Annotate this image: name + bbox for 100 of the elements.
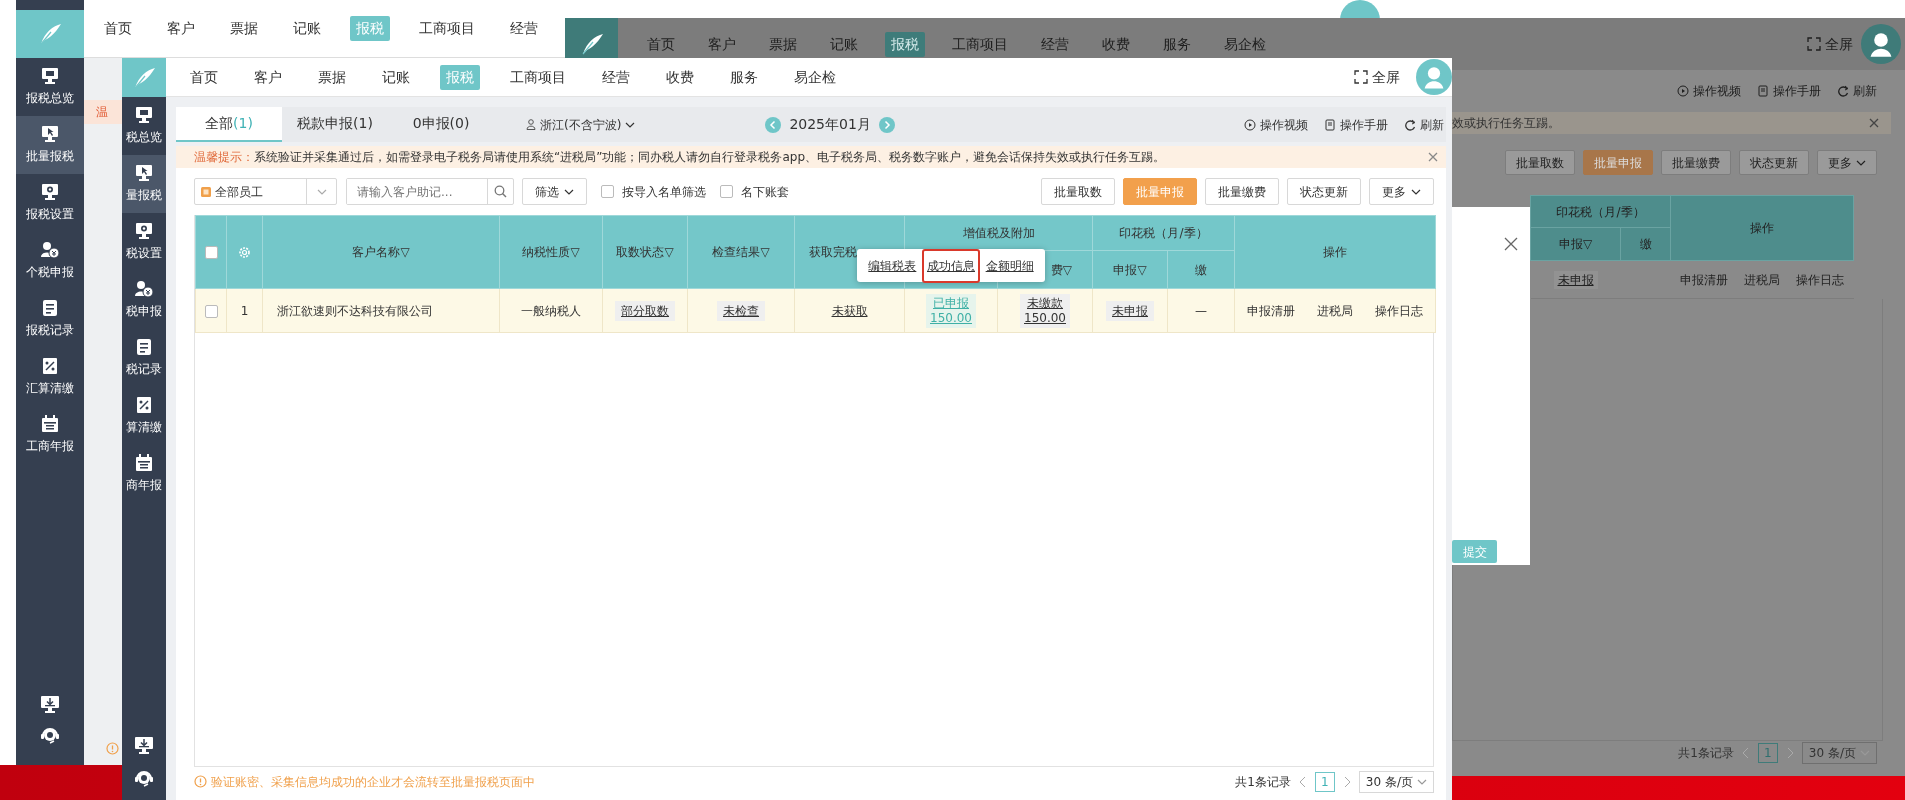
- nav-item[interactable]: 首页: [184, 64, 224, 90]
- search-field[interactable]: 请输入客户助记...: [346, 178, 514, 205]
- nav-item[interactable]: 收费: [1096, 31, 1136, 57]
- search-icon[interactable]: [494, 185, 507, 198]
- toolbar-link[interactable]: 操作视频: [1677, 82, 1741, 100]
- checkbox[interactable]: [204, 304, 218, 318]
- nav-item[interactable]: 工商项目: [946, 31, 1014, 57]
- avatar-icon[interactable]: [1416, 59, 1452, 95]
- nav-item[interactable]: 首页: [98, 16, 138, 41]
- fullscreen-link[interactable]: 全屏: [1807, 33, 1853, 55]
- nav-item[interactable]: 票据: [763, 31, 803, 57]
- chevron-left-icon[interactable]: [1741, 747, 1750, 759]
- sidebar-item[interactable]: 量报税: [122, 155, 166, 213]
- status-link[interactable]: 未检查: [717, 300, 765, 321]
- action-button[interactable]: 批量缴费: [1661, 150, 1731, 175]
- sidebar-item[interactable]: 报税总览: [16, 58, 84, 116]
- avatar-icon[interactable]: [1861, 24, 1901, 64]
- nav-item[interactable]: 经营: [504, 16, 544, 41]
- filter-button[interactable]: 筛选: [522, 178, 587, 205]
- sidebar-item[interactable]: 个税申报: [16, 232, 84, 290]
- region-select[interactable]: 浙江(不含宁波): [526, 115, 636, 134]
- action-link[interactable]: 操作日志: [1375, 301, 1423, 320]
- nav-item[interactable]: 记账: [824, 31, 864, 57]
- action-link[interactable]: 申报清册: [1247, 301, 1295, 320]
- sidebar-item[interactable]: 商年报: [122, 445, 166, 503]
- action-link[interactable]: 进税局: [1317, 301, 1353, 320]
- toolbar-link[interactable]: 刷新: [1404, 115, 1444, 134]
- action-button[interactable]: 状态更新: [1739, 150, 1809, 175]
- action-button[interactable]: 状态更新: [1287, 178, 1361, 205]
- action-button[interactable]: 批量缴费: [1205, 178, 1279, 205]
- close-icon[interactable]: [1869, 118, 1879, 128]
- headset-icon[interactable]: [134, 768, 154, 788]
- close-icon[interactable]: [1428, 152, 1438, 162]
- status-link[interactable]: 部分取数: [615, 300, 675, 321]
- action-button[interactable]: 批量取数: [1505, 150, 1575, 175]
- sidebar-item[interactable]: 报税设置: [16, 174, 84, 232]
- nav-item[interactable]: 易企检: [788, 64, 842, 90]
- sidebar-item[interactable]: 税记录: [122, 329, 166, 387]
- nav-item[interactable]: 客户: [248, 64, 288, 90]
- nav-item[interactable]: 报税: [885, 31, 925, 57]
- nav-item[interactable]: 经营: [1035, 31, 1075, 57]
- nav-item[interactable]: 工商项目: [504, 64, 572, 90]
- tab[interactable]: 税款申报(1): [282, 107, 388, 142]
- nav-item[interactable]: 服务: [1157, 31, 1197, 57]
- nav-item[interactable]: 经营: [596, 64, 636, 90]
- settings-icon[interactable]: [238, 246, 251, 259]
- nav-item[interactable]: 工商项目: [413, 16, 481, 41]
- toolbar-link[interactable]: 操作手册: [1757, 82, 1821, 100]
- sidebar-item[interactable]: 税设置: [122, 213, 166, 271]
- previous-month-icon[interactable]: [765, 116, 782, 133]
- tab[interactable]: 0申报(0): [388, 107, 494, 142]
- action-link[interactable]: 申报清册: [1679, 270, 1728, 289]
- next-month-icon[interactable]: [878, 116, 895, 133]
- sidebar-item[interactable]: 税申报: [122, 271, 166, 329]
- nav-item[interactable]: 记账: [376, 64, 416, 90]
- action-link[interactable]: 操作日志: [1796, 270, 1845, 289]
- staff-select[interactable]: 全部员工: [194, 178, 337, 205]
- page-size-select[interactable]: 30 条/页: [1358, 770, 1434, 793]
- nav-item[interactable]: 收费: [660, 64, 700, 90]
- nav-item[interactable]: 首页: [641, 31, 681, 57]
- nav-item[interactable]: 票据: [312, 64, 352, 90]
- chevron-left-icon[interactable]: [1298, 775, 1307, 788]
- sidebar-item[interactable]: 工商年报: [16, 406, 84, 464]
- nav-item[interactable]: 客户: [702, 31, 742, 57]
- nav-item[interactable]: 服务: [724, 64, 764, 90]
- toolbar-link[interactable]: 操作手册: [1324, 115, 1388, 134]
- nav-item[interactable]: 客户: [161, 16, 201, 41]
- page-size-select[interactable]: 30 条/页: [1801, 742, 1877, 764]
- amount-link[interactable]: 未缴款 150.00: [1020, 293, 1070, 328]
- fullscreen-icon[interactable]: [1354, 70, 1368, 84]
- sidebar-item[interactable]: 报税记录: [16, 290, 84, 348]
- status-link[interactable]: 未获取: [831, 303, 868, 318]
- sidebar-item[interactable]: 算清缴: [122, 387, 166, 445]
- checkbox[interactable]: [720, 185, 733, 198]
- download-icon[interactable]: [40, 695, 60, 715]
- nav-item[interactable]: 票据: [224, 16, 264, 41]
- nav-item[interactable]: 易企检: [1218, 31, 1272, 57]
- tab[interactable]: 全部(1): [176, 107, 282, 142]
- status-link[interactable]: 未申报: [1553, 270, 1598, 289]
- sidebar-item[interactable]: 批量报税: [16, 116, 84, 174]
- fullscreen-link[interactable]: 全屏: [1354, 66, 1400, 88]
- status-link[interactable]: 未申报: [1106, 300, 1154, 321]
- checkbox[interactable]: [204, 246, 218, 259]
- headset-icon[interactable]: [40, 725, 60, 745]
- toolbar-link[interactable]: 刷新: [1837, 82, 1877, 100]
- toolbar-link[interactable]: 操作视频: [1244, 115, 1308, 134]
- sidebar-item[interactable]: 汇算清缴: [16, 348, 84, 406]
- action-button[interactable]: 更多: [1369, 178, 1434, 205]
- action-link[interactable]: 进税局: [1744, 270, 1780, 289]
- menu-item[interactable]: 成功信息: [922, 248, 980, 283]
- nav-item[interactable]: 记账: [287, 16, 327, 41]
- action-button[interactable]: 批量取数: [1041, 178, 1115, 205]
- chevron-right-icon[interactable]: [1342, 775, 1351, 788]
- chevron-right-icon[interactable]: [1785, 747, 1794, 759]
- sidebar-item[interactable]: 税总览: [122, 97, 166, 155]
- fullscreen-icon[interactable]: [1807, 37, 1821, 51]
- download-icon[interactable]: [134, 736, 154, 756]
- checkbox[interactable]: [601, 185, 614, 198]
- action-button[interactable]: 更多: [1817, 150, 1877, 175]
- close-icon[interactable]: [1504, 237, 1518, 251]
